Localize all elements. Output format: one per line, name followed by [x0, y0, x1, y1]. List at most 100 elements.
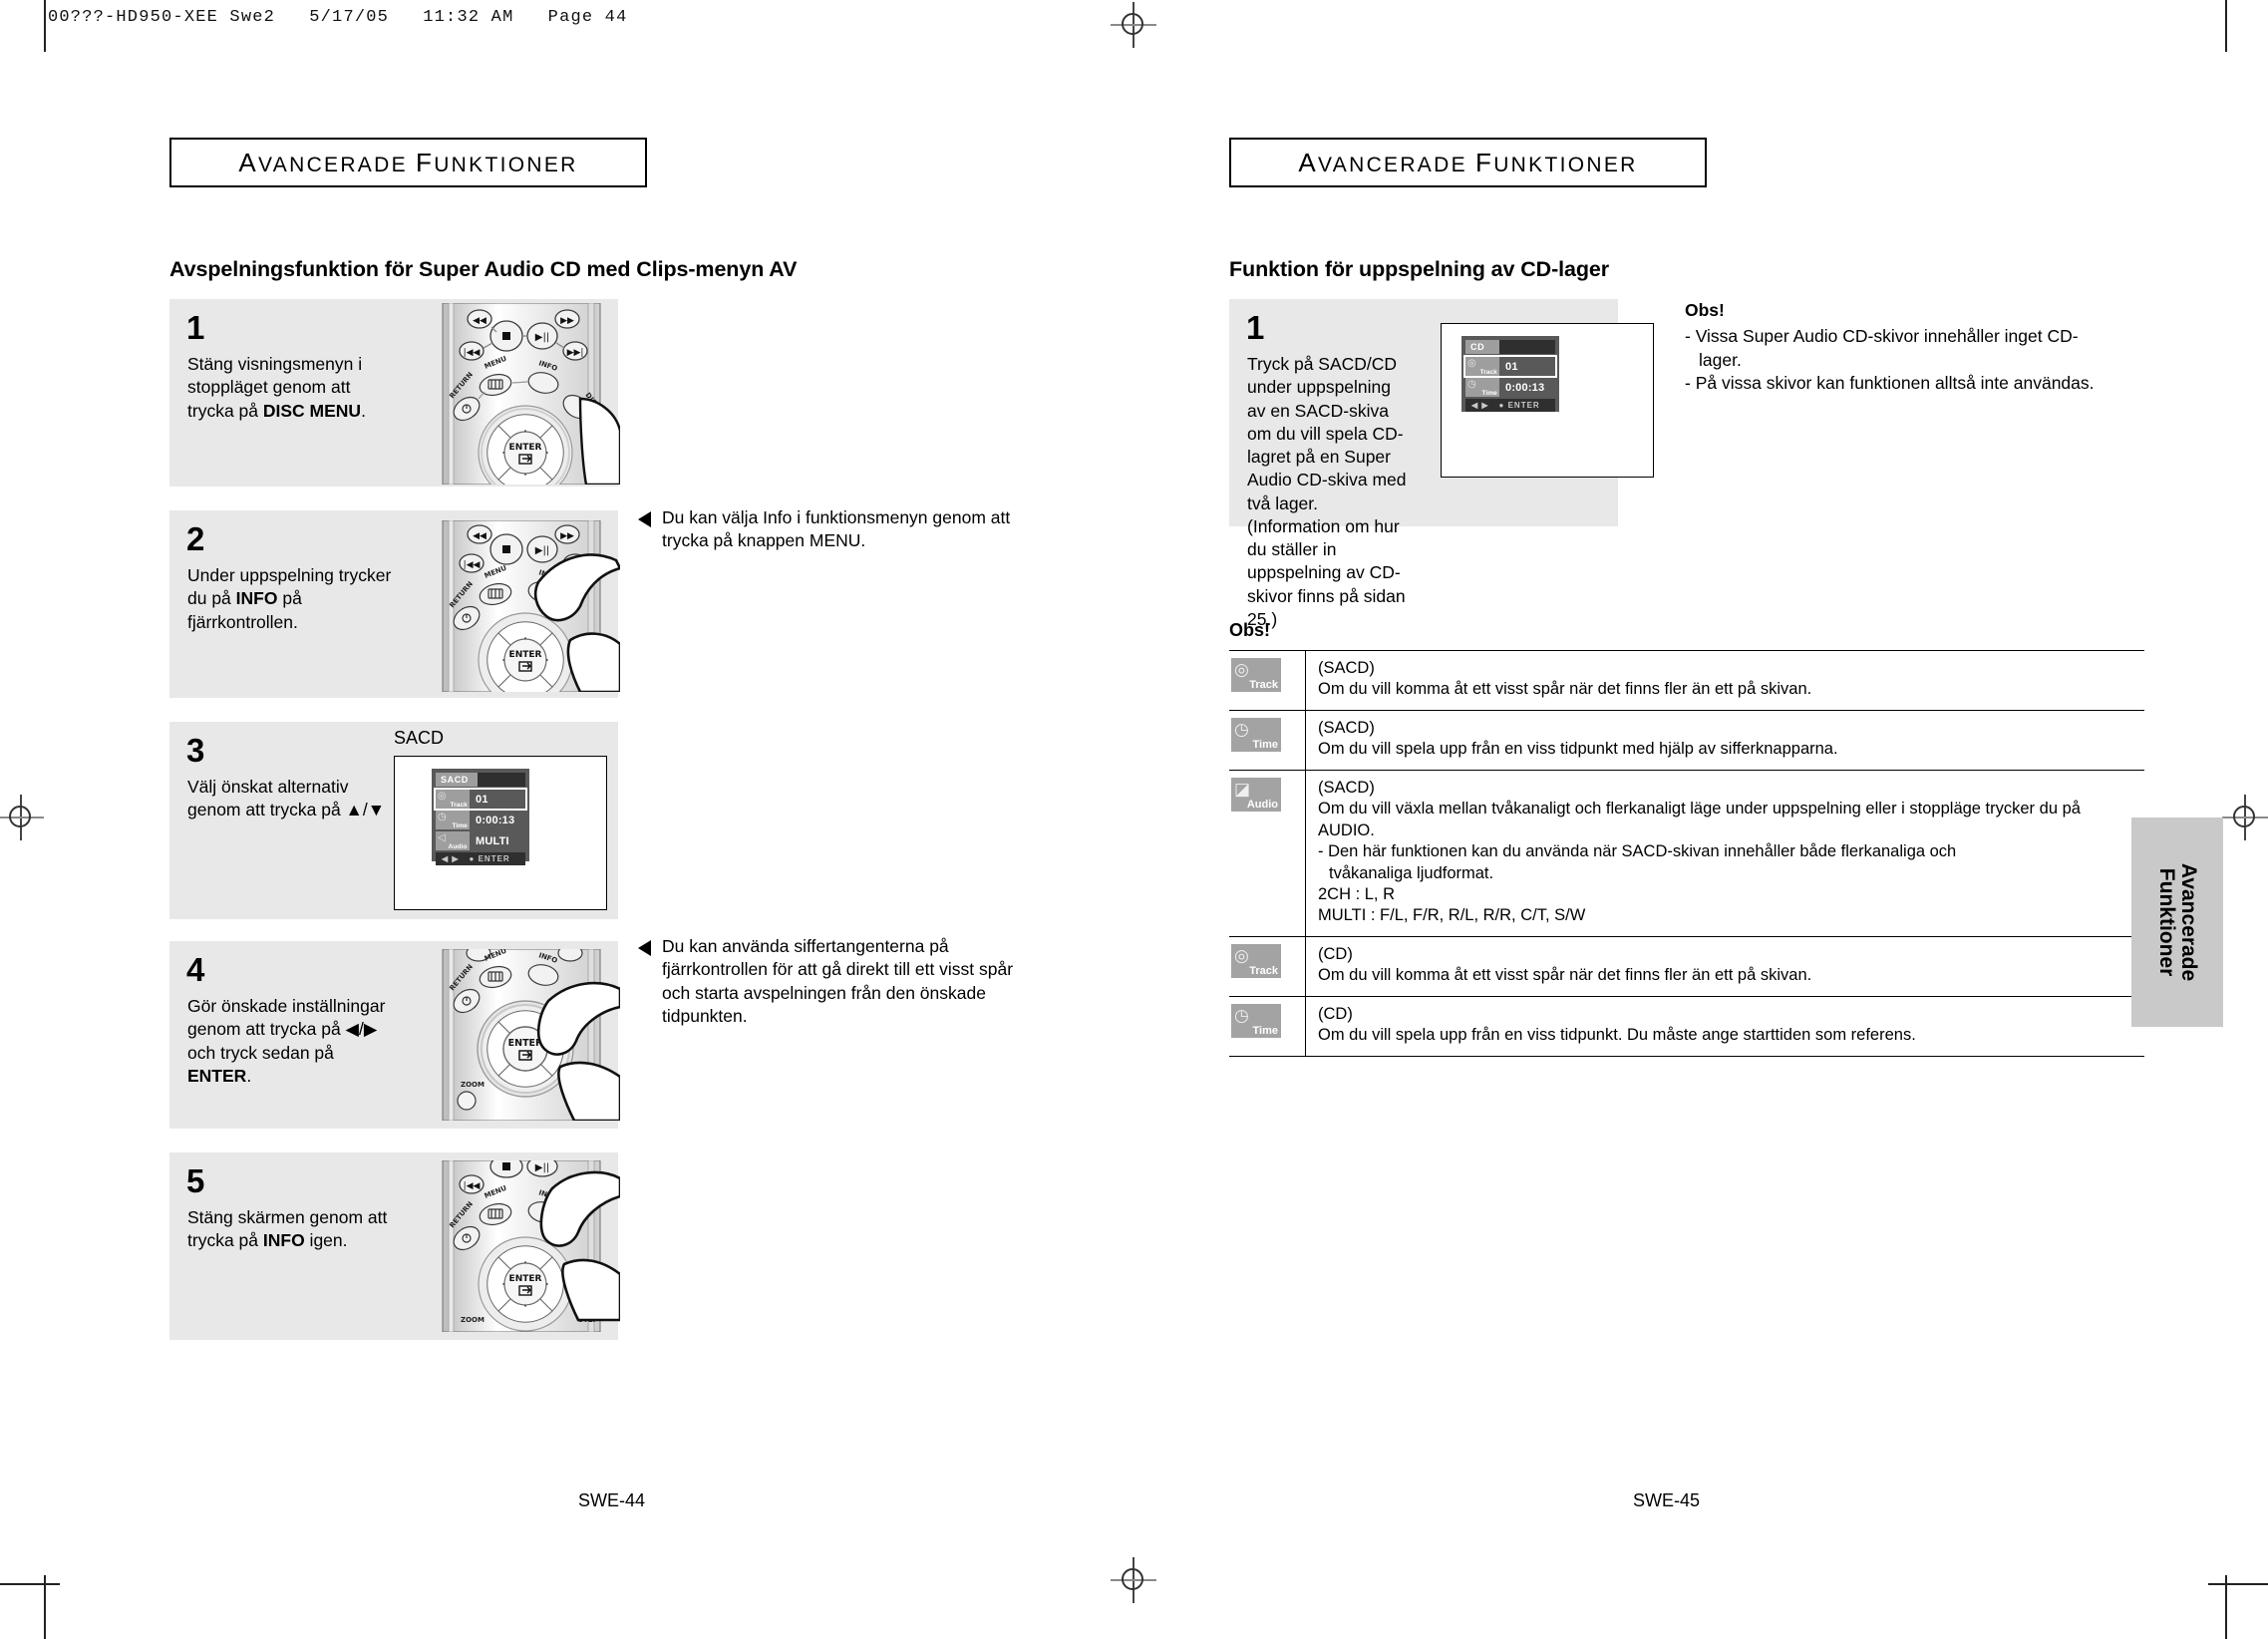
osd-row-time[interactable]: ◷ Time 0:00:13: [436, 811, 525, 829]
osd-time-value-cd: 0:00:13: [1505, 381, 1545, 394]
table-line: Om du vill spela upp från en viss tidpun…: [1318, 1026, 1916, 1045]
osd-row-time-cd[interactable]: ◷ Time 0:00:13: [1465, 378, 1555, 397]
table-line: 2CH : L, R: [1318, 884, 1396, 903]
osd-footer-left: ◀ ▶: [442, 854, 460, 863]
svg-text:ENTER: ENTER: [509, 1274, 542, 1284]
section-header-right: AVANCERADE FUNKTIONER: [1229, 138, 1707, 187]
page-number-right: SWE-45: [1633, 1490, 1701, 1510]
table-cell-text: (SACD) Om du vill spela upp från en viss…: [1305, 709, 2144, 771]
osd-footer-sacd: ◀ ▶ ● ENTER: [436, 852, 525, 865]
table-cell-icon: ◷ Time: [1229, 709, 1306, 771]
step-block-4: 4 Gör önskade inställningar genom att tr…: [169, 941, 620, 1129]
table-cell-text: (CD) Om du vill spela upp från en viss t…: [1305, 995, 2144, 1057]
table-row: ◷ Time (CD) Om du vill spela upp från en …: [1229, 995, 2144, 1057]
obs-note-top: Obs! - Vissa Super Audio CD-skivor inneh…: [1685, 299, 2104, 396]
step-text-right-1: Tryck på SACD/CD under uppspelning av en…: [1247, 354, 1407, 629]
sidenote-2: Du kan använda siffertangenterna på fjär…: [638, 935, 1037, 1028]
svg-text:ZOOM: ZOOM: [461, 1316, 485, 1324]
step-text-2: Under uppspelning trycker du på INFO på …: [187, 564, 392, 634]
obs-table-title: Obs!: [1229, 620, 1271, 640]
svg-text:ZOOM: ZOOM: [461, 1081, 485, 1089]
osd-row-track-cd[interactable]: ◎ Track 01: [1463, 355, 1557, 378]
table-cell-text: (SACD) Om du vill komma åt ett visst spå…: [1305, 650, 2144, 711]
remote-illustration-5: ▶|| |◀◀ ▶▶| MENU INFO RETURN: [431, 1160, 620, 1332]
sidenote-1-text: Du kan välja Info i funktionsmenyn genom…: [662, 507, 1011, 551]
step-text-5-c: igen.: [304, 1230, 348, 1251]
svg-text:|◀◀: |◀◀: [464, 1181, 481, 1191]
audio-icon: ◁ Audio: [436, 831, 470, 850]
obs-note-top-heading: Obs!: [1685, 300, 1725, 320]
svg-text:ENTER: ENTER: [509, 443, 542, 453]
step-text-1-b: DISC MENU: [262, 400, 362, 421]
step-block-5: 5 Stäng skärmen genom att trycka på INFO…: [169, 1152, 620, 1340]
svg-text:▶▶: ▶▶: [560, 531, 574, 541]
section-header-right-label: AVANCERADE FUNKTIONER: [1298, 147, 1638, 177]
sidenote-2-text: Du kan använda siffertangenterna på fjär…: [662, 936, 1014, 1026]
osd-title-sacd: SACD: [436, 773, 478, 787]
page-title-left: Avspelningsfunktion för Super Audio CD m…: [169, 257, 798, 281]
right-page: AVANCERADE FUNKTIONER Funktion för uppsp…: [1134, 0, 2268, 1639]
table-cell-text: (SACD) Om du vill växla mellan tvåkanali…: [1305, 769, 2144, 937]
step-number-4: 4: [186, 951, 205, 988]
osd-footer-right-cd: ● ENTER: [1498, 401, 1540, 410]
obs-note-top-item-1: - Vissa Super Audio CD-skivor innehåller…: [1685, 325, 2079, 370]
time-icon: ◷ Time: [436, 811, 470, 829]
svg-text:▶||: ▶||: [535, 1162, 549, 1173]
step-text-1: Stäng visningsmenyn i stoppläget genom a…: [187, 353, 392, 423]
page-number-left: SWE-44: [578, 1490, 646, 1510]
track-icon: ◎ Track: [436, 790, 470, 809]
osd-time-value: 0:00:13: [476, 814, 515, 826]
svg-text:|◀◀: |◀◀: [464, 348, 481, 358]
tv-screen-cd: CD ◎ Track 01 ◷ Time 0:00:13 ◀ ▶ ● ENTER: [1441, 323, 1654, 478]
osd-footer-cd: ◀ ▶ ● ENTER: [1465, 399, 1555, 412]
step-text-2-b: INFO: [235, 588, 278, 609]
table-line: (SACD): [1318, 659, 1375, 677]
page-title-right: Funktion för uppspelning av CD-lager: [1229, 257, 1610, 281]
step-block-right-1: 1 Tryck på SACD/CD under uppspelning av …: [1229, 299, 1654, 629]
table-line: - Den här funktionen kan du använda när …: [1318, 842, 1957, 861]
step-text-4-c: .: [246, 1065, 252, 1086]
audio-icon: ◪ Audio: [1231, 777, 1281, 812]
osd-title-cd: CD: [1465, 340, 1499, 354]
svg-text:|◀◀: |◀◀: [464, 560, 481, 570]
tv-screen-sacd: SACD ◎ Track 01 ◷ Time 0:00:13 ◁ Audio MULT…: [394, 756, 607, 910]
osd-footer-left-cd: ◀ ▶: [1471, 401, 1489, 410]
table-line: Om du vill växla mellan tvåkanaligt och …: [1318, 800, 2081, 839]
section-header-left-label: AVANCERADE FUNKTIONER: [238, 147, 578, 177]
time-icon: ◷ Time: [1465, 378, 1499, 397]
table-line: tvåkanaliga ljudformat.: [1329, 863, 1494, 882]
table-row: ◎ Track (CD) Om du vill komma åt ett viss…: [1229, 935, 2144, 997]
osd-footer-right: ● ENTER: [469, 854, 510, 863]
sidenote-1: Du kan välja Info i funktionsmenyn genom…: [638, 506, 1037, 553]
osd-panel-sacd: SACD ◎ Track 01 ◷ Time 0:00:13 ◁ Audio MULT…: [432, 769, 529, 865]
osd-row-track[interactable]: ◎ Track 01: [434, 788, 527, 811]
obs-note-top-item-2: - På vissa skivor kan funktionen alltså …: [1685, 373, 2095, 394]
step-block-3: 3 Välj önskat alternativ genom att tryck…: [169, 722, 618, 919]
osd-row-audio[interactable]: ◁ Audio MULTI: [436, 831, 525, 850]
step-text-5-b: INFO: [262, 1230, 305, 1251]
step-block-1: 1 Stäng visningsmenyn i stoppläget genom…: [169, 299, 620, 487]
table-line: (CD): [1318, 944, 1353, 963]
obs-table: ◎ Track (SACD) Om du vill komma åt ett vi…: [1229, 650, 2144, 1057]
osd-track-value-cd: 01: [1505, 360, 1518, 373]
step-text-4-a: Gör önskade inställningar genom att tryc…: [187, 996, 386, 1063]
table-cell-text: (CD) Om du vill komma åt ett visst spår …: [1305, 935, 2144, 997]
step-block-2: 2 Under uppspelning trycker du på INFO p…: [169, 510, 620, 698]
table-cell-icon: ◎ Track: [1229, 650, 1306, 711]
osd-audio-value: MULTI: [476, 834, 509, 847]
table-line: Om du vill komma åt ett visst spår när d…: [1318, 966, 1812, 985]
table-line: MULTI : F/L, F/R, R/L, R/R, C/T, S/W: [1318, 906, 1586, 925]
left-arrow-icon: [638, 940, 651, 956]
time-icon: ◷ Time: [1231, 717, 1281, 752]
thumb-index-tab: Avancerade Funktioner: [2131, 818, 2223, 1027]
remote-illustration-1: ◀◀ ▶▶ |◀◀ ▶▶| ▶|| MENU INFO RETURN ENTER: [431, 303, 620, 485]
osd-panel-cd: CD ◎ Track 01 ◷ Time 0:00:13 ◀ ▶ ● ENTER: [1461, 336, 1559, 412]
svg-text:▶||: ▶||: [535, 545, 549, 556]
table-line: Om du vill spela upp från en viss tidpun…: [1318, 740, 1838, 759]
svg-text:▶||: ▶||: [535, 332, 549, 343]
table-cell-icon: ◪ Audio: [1229, 769, 1306, 937]
table-row: ◎ Track (SACD) Om du vill komma åt ett vi…: [1229, 650, 2144, 711]
svg-text:ENTER: ENTER: [509, 650, 542, 660]
svg-text:▶▶: ▶▶: [560, 316, 574, 326]
step-number-3: 3: [186, 732, 205, 769]
